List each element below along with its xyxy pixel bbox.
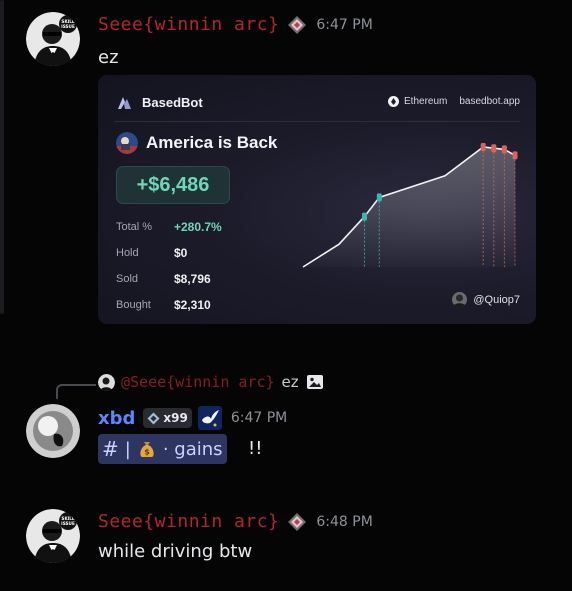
stat-label: Total % bbox=[116, 221, 153, 233]
reply-avatar bbox=[98, 373, 115, 391]
tag-text: x99 bbox=[163, 411, 188, 425]
sell-marker bbox=[480, 143, 486, 151]
stat-label: Sold bbox=[116, 273, 139, 285]
reply-username[interactable]: @Seee{winnin arc} bbox=[121, 373, 275, 391]
user-avatar[interactable] bbox=[26, 404, 80, 458]
role-gem-icon[interactable] bbox=[287, 512, 307, 532]
network-label: Ethereum bbox=[404, 96, 448, 107]
reply-text: ez bbox=[281, 373, 299, 391]
brand-name: BasedBot bbox=[142, 95, 203, 110]
stat-value: $2,310 bbox=[174, 298, 211, 312]
price-chart bbox=[302, 143, 518, 268]
handle-avatar bbox=[452, 292, 468, 307]
message-header: Seee{winnin arc} 6:47 PM bbox=[98, 14, 373, 35]
user-avatar[interactable]: SKILL ISSUE bbox=[26, 12, 80, 66]
token-title: America is Back bbox=[146, 133, 278, 152]
site-label: basedbot.app bbox=[459, 96, 520, 107]
image-icon bbox=[306, 375, 323, 389]
sell-marker bbox=[512, 151, 518, 160]
svg-text:ISSUE: ISSUE bbox=[61, 24, 75, 29]
stat-value: +280.7% bbox=[174, 220, 222, 234]
message-text: while driving btw bbox=[98, 541, 253, 562]
role-gem-icon[interactable] bbox=[287, 15, 307, 35]
user-avatar[interactable]: SKILL ISSUE bbox=[26, 509, 80, 563]
role-dove-icon[interactable] bbox=[197, 406, 222, 430]
timestamp: 6:48 PM bbox=[316, 513, 373, 530]
sell-marker bbox=[501, 145, 507, 154]
tag-diamond-icon bbox=[147, 412, 160, 424]
username[interactable]: Seee{winnin arc} bbox=[98, 14, 279, 35]
token-icon bbox=[116, 132, 138, 154]
stat-label: Bought bbox=[116, 299, 151, 311]
stat-row: Hold $0 bbox=[116, 240, 222, 266]
svg-text:$: $ bbox=[144, 448, 150, 457]
message-text: !! bbox=[248, 438, 263, 459]
channel-hash: # bbox=[102, 437, 119, 461]
buy-marker bbox=[376, 193, 382, 202]
pnl-value: +$6,486 bbox=[136, 173, 210, 196]
handle-text: @Quiop7 bbox=[473, 293, 520, 306]
message-header: xbd x99 6:47 PM bbox=[98, 406, 287, 430]
money-bag-icon: $ bbox=[140, 442, 154, 457]
card-divider bbox=[114, 121, 520, 122]
stat-value: $0 bbox=[174, 246, 188, 260]
channel-separator: | bbox=[124, 438, 131, 460]
token-title-row: America is Back bbox=[116, 132, 277, 154]
stats-list: Total % +280.7% Hold $0 Sold $8,796 Boug… bbox=[116, 214, 222, 318]
svg-text:ISSUE: ISSUE bbox=[61, 521, 75, 526]
reply-connector bbox=[56, 384, 96, 399]
pnl-card-image[interactable]: BasedBot Ethereum basedbot.app America i… bbox=[98, 75, 536, 324]
scrollbar[interactable] bbox=[0, 0, 4, 314]
chat-view: SKILL ISSUE Seee{winnin arc} 6:47 PM ez … bbox=[0, 0, 572, 591]
username[interactable]: xbd bbox=[98, 408, 135, 429]
username[interactable]: Seee{winnin arc} bbox=[98, 511, 279, 532]
pnl-badge: +$6,486 bbox=[116, 166, 230, 204]
basedbot-logo-icon bbox=[118, 96, 131, 109]
timestamp: 6:47 PM bbox=[316, 16, 373, 33]
channel-mention[interactable]: # | $ · gains bbox=[98, 434, 227, 464]
stat-row: Sold $8,796 bbox=[116, 266, 222, 292]
channel-name: · gains bbox=[162, 438, 223, 460]
sell-marker bbox=[491, 144, 497, 153]
card-header-right: Ethereum basedbot.app bbox=[388, 96, 520, 107]
brand: BasedBot bbox=[116, 95, 203, 110]
stat-label: Hold bbox=[116, 247, 139, 259]
stat-row: Total % +280.7% bbox=[116, 214, 222, 240]
creator-handle: @Quiop7 bbox=[452, 292, 520, 307]
timestamp: 6:47 PM bbox=[230, 410, 288, 426]
ethereum-icon bbox=[388, 96, 400, 107]
message-text: ez bbox=[98, 47, 119, 68]
message-header: Seee{winnin arc} 6:48 PM bbox=[98, 511, 373, 532]
stat-row: Bought $2,310 bbox=[116, 292, 222, 318]
reply-preview[interactable]: @Seee{winnin arc} ez bbox=[98, 373, 324, 391]
buy-marker bbox=[361, 212, 367, 221]
stat-value: $8,796 bbox=[174, 272, 211, 286]
guild-tag[interactable]: x99 bbox=[143, 408, 192, 428]
